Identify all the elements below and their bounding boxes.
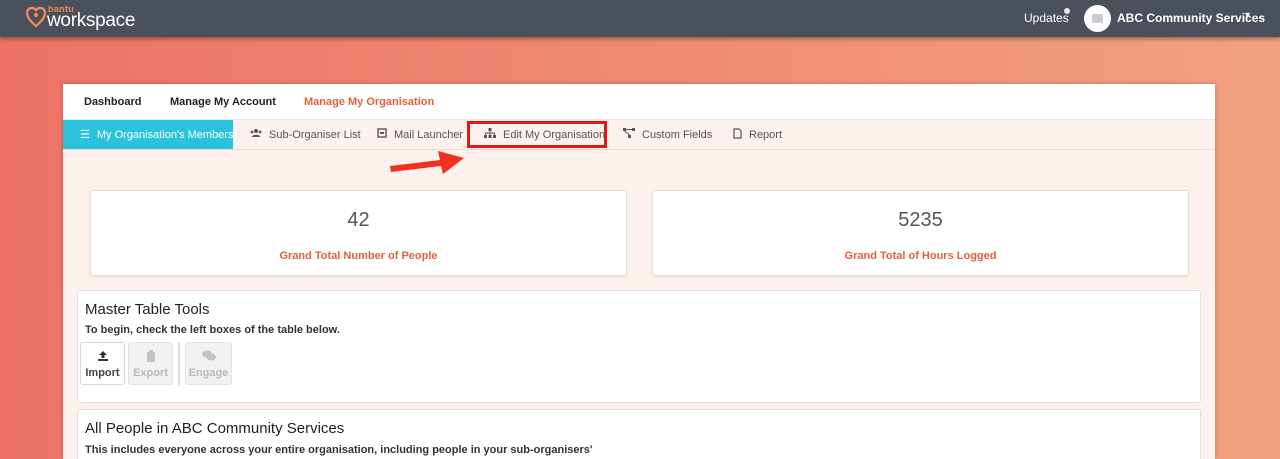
tab-label: My Organisation's Members [96, 128, 234, 141]
nav-manage-my-account[interactable]: Manage My Account [170, 96, 276, 108]
master-table-tools-title: Master Table Tools [85, 301, 210, 318]
mail-icon [377, 128, 387, 141]
nav-dashboard[interactable]: Dashboard [84, 96, 141, 108]
updates-notification-dot [1064, 8, 1070, 14]
logo-icon [26, 6, 46, 28]
edit-organisation-highlight-box [467, 121, 607, 148]
stat-value: 5235 [898, 209, 943, 231]
master-table-tools-hint: To begin, check the left boxes of the ta… [85, 324, 340, 336]
file-icon [733, 127, 742, 142]
top-bar: bantu workspace Updates ABC Community Se… [0, 0, 1280, 37]
chevron-down-icon[interactable]: ▾ [1245, 10, 1250, 21]
logo-big-text: workspace [47, 10, 136, 31]
stat-card-total-hours: 5235 Grand Total of Hours Logged [652, 190, 1189, 276]
stat-card-total-people: 42 Grand Total Number of People [90, 190, 627, 276]
main-panel: Dashboard Manage My Account Manage My Or… [63, 84, 1215, 459]
avatar[interactable] [1084, 5, 1111, 32]
stat-label: Grand Total of Hours Logged [844, 250, 997, 262]
import-label: Import [85, 367, 120, 379]
tab-label: Report [749, 128, 783, 141]
main-nav: Dashboard Manage My Account Manage My Or… [63, 84, 1215, 120]
export-button[interactable]: Export [128, 342, 173, 385]
tab-label: Mail Launcher [394, 128, 464, 141]
list-icon: ☰ [80, 129, 90, 141]
upload-icon [81, 350, 124, 365]
engage-label: Engage [188, 367, 229, 379]
all-people-description: This includes everyone across your entir… [85, 444, 593, 456]
tab-my-organisations-members[interactable]: ☰ My Organisation's Members [63, 120, 233, 149]
tab-custom-fields[interactable]: Custom Fields [623, 120, 712, 149]
updates-link[interactable]: Updates [1024, 11, 1069, 25]
tab-report[interactable]: Report [733, 120, 782, 149]
tab-label: Custom Fields [642, 128, 713, 141]
org-switcher-label[interactable]: ABC Community Services [1117, 11, 1265, 25]
engage-button[interactable]: Engage [185, 342, 232, 385]
network-icon [623, 128, 635, 141]
stat-value: 42 [347, 209, 370, 231]
all-people-title: All People in ABC Community Services [85, 420, 345, 437]
import-button[interactable]: Import [80, 342, 125, 385]
image-placeholder-icon [1092, 14, 1103, 23]
tools-divider [178, 342, 180, 385]
comments-icon [186, 350, 231, 365]
users-icon [250, 128, 262, 141]
nav-manage-my-organisation[interactable]: Manage My Organisation [304, 96, 434, 108]
stat-label: Grand Total Number of People [279, 250, 438, 262]
arrow-pointer-icon [390, 151, 464, 174]
master-table-tools-box: Master Table Tools To begin, check the l… [77, 290, 1201, 403]
clipboard-icon [129, 350, 172, 365]
export-label: Export [133, 367, 168, 379]
tab-sub-organiser-list[interactable]: Sub-Organiser List [250, 120, 361, 149]
all-people-box: All People in ABC Community Services Thi… [77, 409, 1201, 459]
tab-label: Sub-Organiser List [269, 128, 361, 141]
sub-nav: ☰ My Organisation's Members Sub-Organise… [63, 120, 1215, 150]
